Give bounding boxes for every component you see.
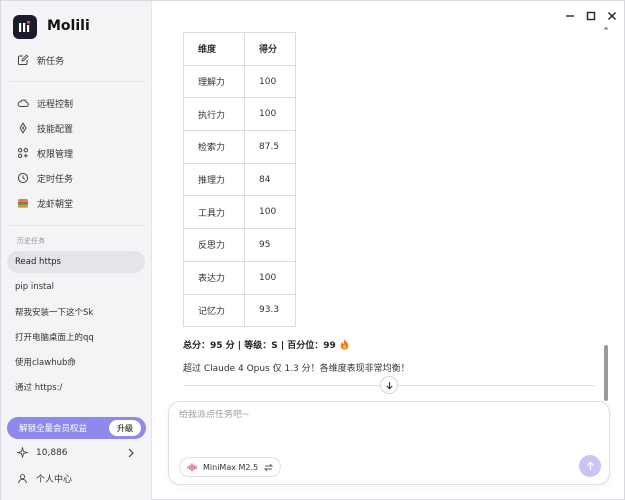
sidebar-item-scheduled-tasks[interactable]: 定时任务 [7, 167, 145, 189]
sidebar-item-label: 技能配置 [37, 124, 74, 135]
sidebar-item-lobster-court[interactable]: 龙虾朝堂 [7, 192, 145, 214]
send-button[interactable] [579, 455, 601, 477]
table-cell: 理解力 [183, 64, 245, 99]
app-logo [13, 15, 37, 39]
grid-icon [17, 147, 29, 159]
table-header-row: 维度 得分 [183, 32, 296, 66]
credits-row[interactable]: 10,886 [17, 447, 68, 458]
upgrade-button[interactable]: 升级 [109, 420, 141, 436]
summary-text: 总分：95 分 | 等级：S | 百分位：99 [183, 341, 336, 351]
table-cell: 100 [244, 97, 296, 132]
app-name: Molili [47, 18, 90, 34]
sidebar-item-label: 龙虾朝堂 [37, 199, 74, 210]
history-item[interactable]: pip instal [7, 276, 145, 298]
table-cell: 反思力 [183, 228, 245, 262]
cloud-icon [17, 97, 29, 109]
logo-icon [19, 21, 30, 32]
model-selector[interactable]: MiniMax M2.5 [179, 457, 282, 477]
table-cell: 95 [244, 228, 296, 262]
comparison-text: 超过 Claude 4 Opus 仅 1.3 分！各维度表现非常均衡！ [183, 364, 410, 374]
score-summary: 总分：95 分 | 等级：S | 百分位：99 [183, 338, 349, 351]
sidebar-item-label: 定时任务 [37, 174, 74, 185]
history-item[interactable]: 使用clawhub命 [7, 351, 145, 373]
composer: MiniMax M2.5 [168, 401, 610, 485]
chevron-right-icon[interactable] [127, 447, 135, 459]
table-row: 记忆力 93.3 [183, 293, 296, 328]
credits-value: 10,886 [36, 447, 68, 458]
vip-label: 解锁全量会员权益 [19, 424, 88, 434]
new-task-icon [17, 54, 29, 66]
sidebar-item-label: 远程控制 [37, 99, 74, 110]
table-cell: 87.5 [244, 130, 296, 164]
fire-icon [340, 339, 349, 350]
table-row: 表达力 100 [183, 260, 296, 295]
model-name: MiniMax M2.5 [203, 462, 259, 472]
table-header: 维度 [183, 32, 245, 66]
swap-icon [264, 463, 274, 471]
table-row: 检索力 87.5 [183, 130, 296, 164]
sidebar-item-permissions[interactable]: 权限管理 [7, 142, 145, 164]
table-row: 工具力 100 [183, 195, 296, 230]
table-cell: 表达力 [183, 260, 245, 295]
waveform-icon [187, 462, 197, 472]
user-center-link[interactable]: 个人中心 [17, 472, 72, 485]
table-row: 理解力 100 [183, 64, 296, 99]
history-item[interactable]: 打开电脑桌面上的qq [7, 326, 145, 348]
main-content: 维度 得分 理解力 100 执行力 100 检索力 87.5 推理力 84 工具力 100… [152, 1, 625, 500]
score-table: 维度 得分 理解力 100 执行力 100 检索力 87.5 推理力 84 工具力 100… [183, 32, 296, 328]
diamond-icon [17, 122, 29, 134]
arrow-down-icon [385, 381, 393, 389]
table-cell: 推理力 [183, 162, 245, 197]
sidebar: Molili 新任务 远程控制 技能配置 权限管理 定时任务 龙虾朝堂 历史任务… [1, 1, 152, 500]
table-row: 推理力 84 [183, 162, 296, 197]
scroll-to-bottom-button[interactable] [380, 376, 398, 394]
table-cell: 工具力 [183, 195, 245, 230]
table-header: 得分 [244, 32, 296, 66]
table-cell: 93.3 [244, 293, 296, 328]
new-task-label: 新任务 [37, 56, 65, 67]
sidebar-divider [9, 81, 145, 82]
task-input[interactable] [179, 410, 599, 420]
history-item[interactable]: 通过 https:/ [7, 376, 145, 398]
arrow-up-icon [586, 461, 594, 470]
table-cell: 84 [244, 162, 296, 197]
history-section-label: 历史任务 [17, 237, 45, 245]
sidebar-divider [9, 225, 145, 226]
user-center-label: 个人中心 [36, 475, 73, 485]
table-cell: 记忆力 [183, 293, 245, 328]
table-cell: 执行力 [183, 97, 245, 132]
history-item[interactable]: Read https [7, 251, 145, 273]
table-cell: 100 [244, 260, 296, 295]
new-task-button[interactable]: 新任务 [7, 49, 145, 71]
sidebar-item-remote-control[interactable]: 远程控制 [7, 92, 145, 114]
lobster-icon [17, 197, 29, 209]
sparkle-icon [17, 447, 28, 458]
history-item[interactable]: 帮我安装一下这个Sk [7, 301, 145, 323]
table-cell: 100 [244, 64, 296, 99]
user-icon [18, 474, 27, 484]
table-row: 执行力 100 [183, 97, 296, 132]
table-row: 反思力 95 [183, 228, 296, 262]
vip-banner[interactable]: 解锁全量会员权益 升级 [7, 417, 146, 439]
sidebar-item-label: 权限管理 [37, 149, 74, 160]
table-cell: 检索力 [183, 130, 245, 164]
app-window: Molili 新任务 远程控制 技能配置 权限管理 定时任务 龙虾朝堂 历史任务… [0, 0, 625, 500]
sidebar-item-skill-config[interactable]: 技能配置 [7, 117, 145, 139]
clock-icon [17, 172, 29, 184]
table-cell: 100 [244, 195, 296, 230]
